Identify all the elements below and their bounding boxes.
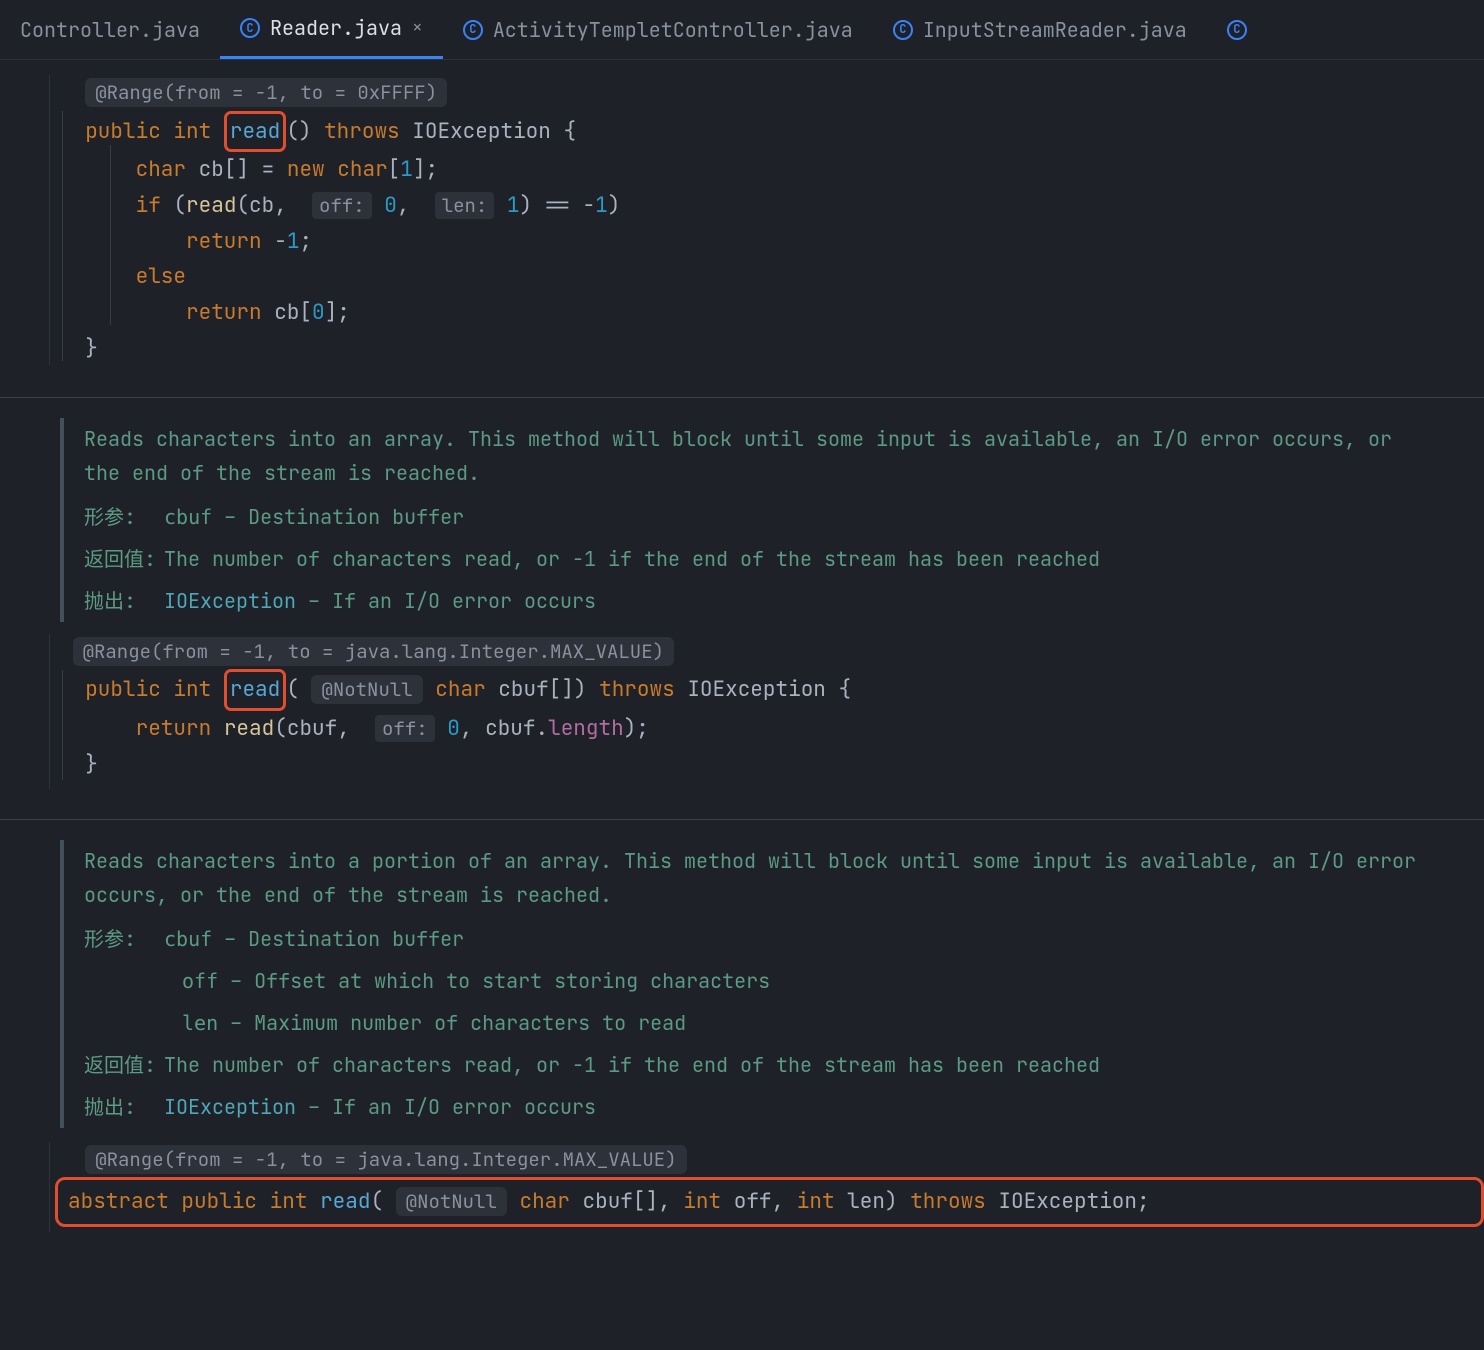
doc-param-label: 形参: — [84, 500, 156, 534]
doc-return-label: 返回值: — [84, 542, 156, 576]
doc-param-name: len — [182, 1011, 218, 1035]
doc-param-name: off — [182, 969, 218, 993]
tab-label: ActivityTempletController.java — [493, 13, 853, 47]
tab-overflow[interactable]: C — [1207, 0, 1247, 59]
tab-inputstreamreader[interactable]: C InputStreamReader.java — [873, 0, 1207, 59]
doc-param-desc: – Maximum number of characters to read — [218, 1010, 686, 1036]
doc-param-name: cbuf — [164, 505, 212, 529]
tab-activity-templet[interactable]: C ActivityTempletController.java — [443, 0, 873, 59]
code-line: return read(cbuf, off: 0, cbuf.length); — [60, 711, 1484, 747]
doc-param-name: cbuf — [164, 927, 212, 951]
method-signature: public int read() throws IOException { — [60, 111, 1484, 153]
code-editor[interactable]: @Range(from = -1, to = 0xFFFF) public in… — [0, 60, 1484, 1232]
tab-controller[interactable]: Controller.java — [0, 0, 220, 59]
code-line: return -1; — [60, 224, 1484, 260]
doc-throws-desc: – If an I/O error occurs — [296, 588, 596, 614]
method-signature: abstract public int read( @NotNull char … — [68, 1184, 1471, 1220]
doc-param-desc: – Offset at which to start storing chara… — [218, 968, 770, 994]
doc-throws-name[interactable]: IOException — [164, 588, 296, 614]
tab-label: InputStreamReader.java — [923, 13, 1187, 47]
class-icon: C — [1227, 20, 1247, 40]
javadoc-block: Reads characters into a portion of an ar… — [0, 819, 1484, 1128]
doc-return-desc: The number of characters read, or -1 if … — [164, 542, 1100, 576]
doc-return-label: 返回值: — [84, 1048, 156, 1082]
code-line: } — [60, 331, 1484, 367]
doc-param-label: 形参: — [84, 922, 156, 956]
close-icon[interactable]: × — [412, 13, 423, 44]
method-signature: public int read( @NotNull char cbuf[]) t… — [60, 669, 1484, 711]
annotation-hint: @Range(from = -1, to = java.lang.Integer… — [60, 1142, 1484, 1178]
class-icon: C — [240, 18, 260, 38]
highlighted-declaration: abstract public int read( @NotNull char … — [55, 1177, 1484, 1227]
doc-summary: Reads characters into an array. This met… — [84, 422, 1420, 490]
code-line: else — [60, 259, 1484, 295]
annotation-hint: @Range(from = -1, to = java.lang.Integer… — [60, 634, 1484, 670]
code-line: char cb[] = new char[1]; — [60, 152, 1484, 188]
annotation-hint: @Range(from = -1, to = 0xFFFF) — [60, 75, 1484, 111]
tab-label: Controller.java — [20, 13, 200, 47]
code-line: return cb[0]; — [60, 295, 1484, 331]
class-icon: C — [463, 20, 483, 40]
code-line: } — [60, 747, 1484, 783]
doc-return-desc: The number of characters read, or -1 if … — [164, 1048, 1100, 1082]
tab-label: Reader.java — [270, 11, 402, 45]
doc-throws-label: 抛出: — [84, 584, 156, 618]
doc-summary: Reads characters into a portion of an ar… — [84, 844, 1420, 912]
tab-reader[interactable]: C Reader.java × — [220, 0, 443, 59]
doc-param-desc: – Destination buffer — [212, 504, 464, 530]
doc-throws-name[interactable]: IOException — [164, 1094, 296, 1120]
doc-throws-label: 抛出: — [84, 1090, 156, 1124]
class-icon: C — [893, 20, 913, 40]
code-line: if (read(cb, off: 0, len: 1) == -1) — [60, 188, 1484, 224]
doc-throws-desc: – If an I/O error occurs — [296, 1094, 596, 1120]
javadoc-block: Reads characters into an array. This met… — [0, 397, 1484, 622]
doc-param-desc: – Destination buffer — [212, 926, 464, 952]
editor-tabs: Controller.java C Reader.java × C Activi… — [0, 0, 1484, 60]
